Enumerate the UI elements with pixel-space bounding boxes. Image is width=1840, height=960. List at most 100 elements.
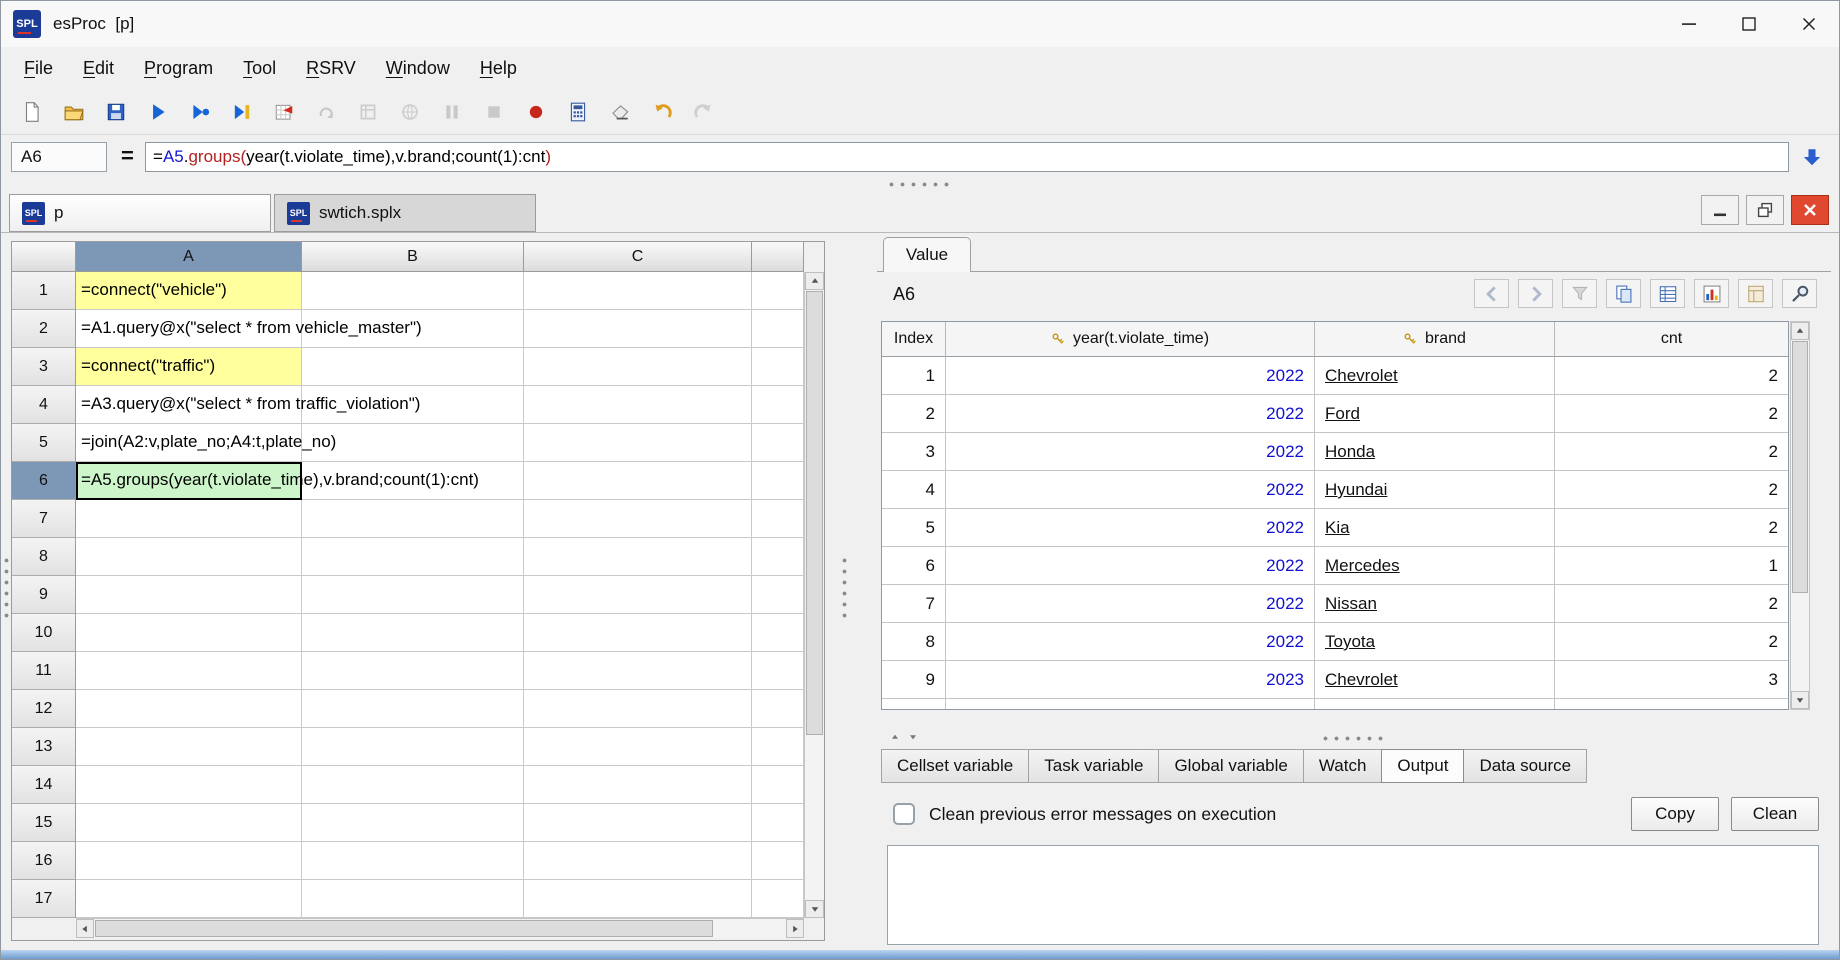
- value-column-header-Index[interactable]: Index: [882, 322, 946, 357]
- row-header-13[interactable]: 13: [12, 728, 76, 766]
- grid-hscroll-thumb[interactable]: [95, 920, 713, 937]
- cell-C8[interactable]: [524, 538, 752, 576]
- file-tab-p[interactable]: SPL p: [9, 194, 271, 232]
- cell-D5[interactable]: [752, 424, 804, 462]
- cell-C2[interactable]: [524, 310, 752, 348]
- cell-C14[interactable]: [524, 766, 752, 804]
- cell-D16[interactable]: [752, 842, 804, 880]
- cell-A15[interactable]: [76, 804, 302, 842]
- cell-D4[interactable]: [752, 386, 804, 424]
- cell-A10[interactable]: [76, 614, 302, 652]
- expand-formula-icon[interactable]: [1795, 141, 1829, 173]
- cell-C10[interactable]: [524, 614, 752, 652]
- chart-view-icon[interactable]: [1694, 279, 1729, 308]
- formula-splitter[interactable]: [1, 180, 1839, 190]
- grid-horizontal-scrollbar[interactable]: [76, 918, 804, 938]
- column-header-B[interactable]: B: [302, 242, 524, 272]
- cell-C4[interactable]: [524, 386, 752, 424]
- scroll-left-icon[interactable]: [76, 919, 94, 938]
- cell-D9[interactable]: [752, 576, 804, 614]
- undo-icon[interactable]: [645, 95, 678, 128]
- cell-D11[interactable]: [752, 652, 804, 690]
- row-header-8[interactable]: 8: [12, 538, 76, 576]
- menu-program[interactable]: Program: [129, 58, 228, 79]
- cell-D3[interactable]: [752, 348, 804, 386]
- cell-D2[interactable]: [752, 310, 804, 348]
- tab-watch[interactable]: Watch: [1302, 749, 1383, 783]
- cell-B1[interactable]: [302, 272, 524, 310]
- menu-help[interactable]: Help: [465, 58, 532, 79]
- cell-C3[interactable]: [524, 348, 752, 386]
- cell-B9[interactable]: [302, 576, 524, 614]
- cell-D8[interactable]: [752, 538, 804, 576]
- cell-D15[interactable]: [752, 804, 804, 842]
- row-header-9[interactable]: 9: [12, 576, 76, 614]
- tab-global-variable[interactable]: Global variable: [1158, 749, 1304, 783]
- cell-D12[interactable]: [752, 690, 804, 728]
- cell-A7[interactable]: [76, 500, 302, 538]
- column-header-partial[interactable]: [752, 242, 804, 272]
- cell-C15[interactable]: [524, 804, 752, 842]
- grid-vscroll-thumb[interactable]: [806, 291, 823, 735]
- cell-D1[interactable]: [752, 272, 804, 310]
- cell-C12[interactable]: [524, 690, 752, 728]
- cell-A3[interactable]: =connect("traffic"): [76, 348, 302, 386]
- scroll-down-icon[interactable]: [805, 900, 824, 918]
- clear-cells-icon[interactable]: [603, 95, 636, 128]
- cell-D6[interactable]: [752, 462, 804, 500]
- menu-rsrv[interactable]: RSRV: [291, 58, 371, 79]
- row-header-6[interactable]: 6: [12, 462, 76, 500]
- cell-D14[interactable]: [752, 766, 804, 804]
- cell-A2[interactable]: =A1.query@x("select * from vehicle_maste…: [76, 310, 422, 348]
- menu-edit[interactable]: Edit: [68, 58, 129, 79]
- cell-A6[interactable]: =A5.groups(year(t.violate_time),v.brand;…: [76, 462, 479, 500]
- tab-cellset-variable[interactable]: Cellset variable: [881, 749, 1030, 783]
- cell-B12[interactable]: [302, 690, 524, 728]
- scroll-right-icon[interactable]: [786, 919, 804, 938]
- row-header-4[interactable]: 4: [12, 386, 76, 424]
- scroll-down-icon[interactable]: [1791, 691, 1809, 709]
- value-vertical-scrollbar[interactable]: [1790, 321, 1810, 710]
- tab-task-variable[interactable]: Task variable: [1028, 749, 1160, 783]
- cell-A4[interactable]: =A3.query@x("select * from traffic_viola…: [76, 386, 420, 424]
- row-header-10[interactable]: 10: [12, 614, 76, 652]
- cell-A14[interactable]: [76, 766, 302, 804]
- cell-A5[interactable]: =join(A2:v,plate_no;A4:t,plate_no): [76, 424, 336, 462]
- value-column-header-brand[interactable]: brand: [1315, 322, 1555, 357]
- cell-A12[interactable]: [76, 690, 302, 728]
- cell-C5[interactable]: [524, 424, 752, 462]
- cell-C17[interactable]: [524, 880, 752, 918]
- value-column-header-year-t-violate_time-[interactable]: year(t.violate_time): [946, 322, 1315, 357]
- cell-C11[interactable]: [524, 652, 752, 690]
- cell-C6[interactable]: [524, 462, 752, 500]
- open-file-icon[interactable]: [57, 95, 90, 128]
- cell-C16[interactable]: [524, 842, 752, 880]
- row-header-16[interactable]: 16: [12, 842, 76, 880]
- cell-A1[interactable]: =connect("vehicle"): [76, 272, 302, 310]
- text-view-icon[interactable]: [1650, 279, 1685, 308]
- menu-window[interactable]: Window: [371, 58, 465, 79]
- row-header-5[interactable]: 5: [12, 424, 76, 462]
- cell-A9[interactable]: [76, 576, 302, 614]
- cell-A11[interactable]: [76, 652, 302, 690]
- window-minimize-icon[interactable]: [1659, 1, 1719, 47]
- window-close-icon[interactable]: [1779, 1, 1839, 47]
- column-header-A[interactable]: A: [76, 242, 302, 272]
- copy-button[interactable]: Copy: [1631, 797, 1719, 831]
- scroll-up-icon[interactable]: [805, 272, 824, 290]
- cell-A16[interactable]: [76, 842, 302, 880]
- cell-B15[interactable]: [302, 804, 524, 842]
- clean-button[interactable]: Clean: [1731, 797, 1819, 831]
- step-execute-icon[interactable]: [225, 95, 258, 128]
- left-edge-splitter[interactable]: [3, 555, 16, 621]
- formula-input[interactable]: =A5.groups(year(t.violate_time),v.brand;…: [145, 142, 1789, 172]
- cell-C1[interactable]: [524, 272, 752, 310]
- row-header-11[interactable]: 11: [12, 652, 76, 690]
- row-header-12[interactable]: 12: [12, 690, 76, 728]
- menu-file[interactable]: File: [9, 58, 68, 79]
- cell-reference-box[interactable]: A6: [11, 142, 107, 172]
- cell-D7[interactable]: [752, 500, 804, 538]
- row-header-1[interactable]: 1: [12, 272, 76, 310]
- value-column-header-cnt[interactable]: cnt: [1555, 322, 1788, 357]
- clean-errors-checkbox[interactable]: [893, 803, 915, 825]
